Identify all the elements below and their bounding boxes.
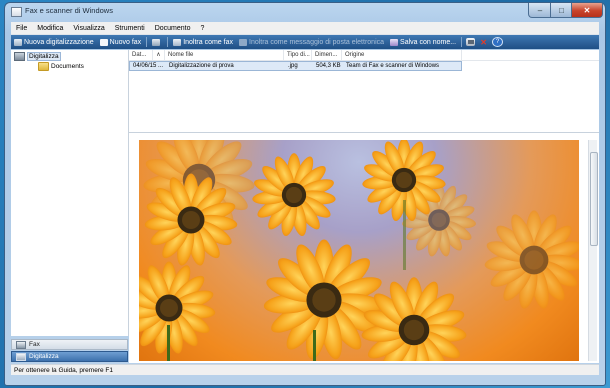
scanner-folder-icon (14, 52, 25, 61)
menu-modifica[interactable]: Modifica (32, 25, 68, 32)
maximize-button[interactable]: □ (550, 3, 573, 18)
fax-icon (16, 340, 26, 349)
new-scan-label: Nuova digitalizzazione (24, 38, 94, 46)
help-button[interactable]: ? (492, 37, 504, 47)
column-source[interactable]: Origine (342, 50, 462, 60)
cell-date: 04/06/15 ... (133, 63, 164, 69)
folder-tree-panel: Digitalizza Documents (11, 50, 129, 336)
forward-fax-label: Inoltra come fax (183, 38, 233, 46)
forward-email-button[interactable]: Inoltra come messaggio di posta elettron… (236, 38, 387, 46)
title-bar[interactable]: Fax e scanner di Windows – □ ✕ (5, 3, 605, 21)
status-bar: Per ottenere la Guida, premere F1 (11, 364, 599, 375)
flower-photo (139, 140, 579, 361)
save-icon (390, 38, 399, 46)
forward-fax-icon (173, 38, 182, 46)
list-header: Dat... ∧ Nome file Tipo di... Dimen... O… (129, 50, 599, 61)
file-list: Dat... ∧ Nome file Tipo di... Dimen... O… (129, 50, 599, 133)
new-scan-button[interactable]: Nuova digitalizzazione (11, 38, 97, 46)
column-sort-arrow[interactable]: ∧ (153, 50, 165, 60)
new-fax-button[interactable]: Nuovo fax (97, 38, 145, 46)
table-row[interactable]: 04/06/15 ... Digitalizzazione di prova .… (129, 61, 462, 71)
printer-icon (467, 40, 474, 44)
cell-size: 504,3 KB (316, 63, 341, 69)
nav-tab-digitalizza-label: Digitalizza (29, 353, 59, 360)
toolbar: Nuova digitalizzazione Nuovo fax Inoltra… (11, 35, 599, 49)
menu-help[interactable]: ? (196, 25, 210, 32)
tree-item-documents[interactable]: Documents (38, 62, 84, 71)
close-button[interactable]: ✕ (571, 3, 603, 18)
toolbar-separator (167, 37, 169, 47)
scrollbar-thumb[interactable] (590, 152, 598, 246)
image-preview-pane (129, 133, 599, 363)
help-icon: ? (495, 39, 500, 45)
fax-machine-icon (152, 38, 161, 46)
email-icon (239, 38, 247, 46)
nav-tab-fax[interactable]: Fax (11, 339, 128, 350)
menu-visualizza[interactable]: Visualizza (68, 25, 109, 32)
delete-button[interactable]: ✕ (479, 37, 488, 47)
app-fax-icon (11, 7, 22, 17)
forward-email-label: Inoltra come messaggio di posta elettron… (249, 38, 385, 46)
cell-file-name: Digitalizzazione di prova (169, 63, 234, 69)
column-file-name[interactable]: Nome file (165, 50, 284, 60)
forward-fax-button[interactable]: Inoltra come fax (170, 38, 236, 46)
tree-item-label: Digitalizza (27, 52, 61, 61)
folder-icon (38, 62, 49, 71)
cell-source: Team di Fax e scanner di Windows (346, 63, 440, 69)
column-date[interactable]: Dat... (129, 50, 153, 60)
tree-item-digitalizza[interactable]: Digitalizza (14, 52, 61, 61)
menu-documento[interactable]: Documento (150, 25, 196, 32)
minimize-button[interactable]: – (528, 3, 552, 18)
new-fax-label: Nuovo fax (109, 38, 142, 46)
nav-tab-digitalizza[interactable]: Digitalizza (11, 351, 128, 362)
nav-tab-fax-label: Fax (29, 341, 40, 348)
column-size[interactable]: Dimen... (312, 50, 342, 60)
toolbar-separator (146, 37, 148, 47)
new-document-icon (99, 38, 108, 46)
fax-view-button[interactable] (149, 38, 165, 46)
delete-icon: ✕ (480, 37, 487, 47)
scanner-icon (14, 38, 22, 46)
preview-vertical-scrollbar[interactable] (588, 140, 598, 361)
save-as-button[interactable]: Salva con nome... (387, 38, 459, 46)
window-title: Fax e scanner di Windows (25, 6, 113, 15)
menu-strumenti[interactable]: Strumenti (110, 25, 150, 32)
toolbar-separator (461, 37, 463, 47)
status-text: Per ottenere la Guida, premere F1 (14, 366, 113, 374)
scanned-image-preview (139, 140, 579, 361)
menu-bar: File Modifica Visualizza Strumenti Docum… (11, 22, 599, 35)
menu-file[interactable]: File (11, 25, 32, 32)
column-type[interactable]: Tipo di... (284, 50, 312, 60)
app-window: Fax e scanner di Windows – □ ✕ File Modi… (4, 2, 606, 386)
scanner-icon (16, 352, 26, 361)
save-as-label: Salva con nome... (400, 38, 457, 46)
cell-type: .jpg (288, 63, 298, 69)
print-button[interactable] (466, 38, 476, 46)
tree-item-label: Documents (51, 63, 84, 70)
